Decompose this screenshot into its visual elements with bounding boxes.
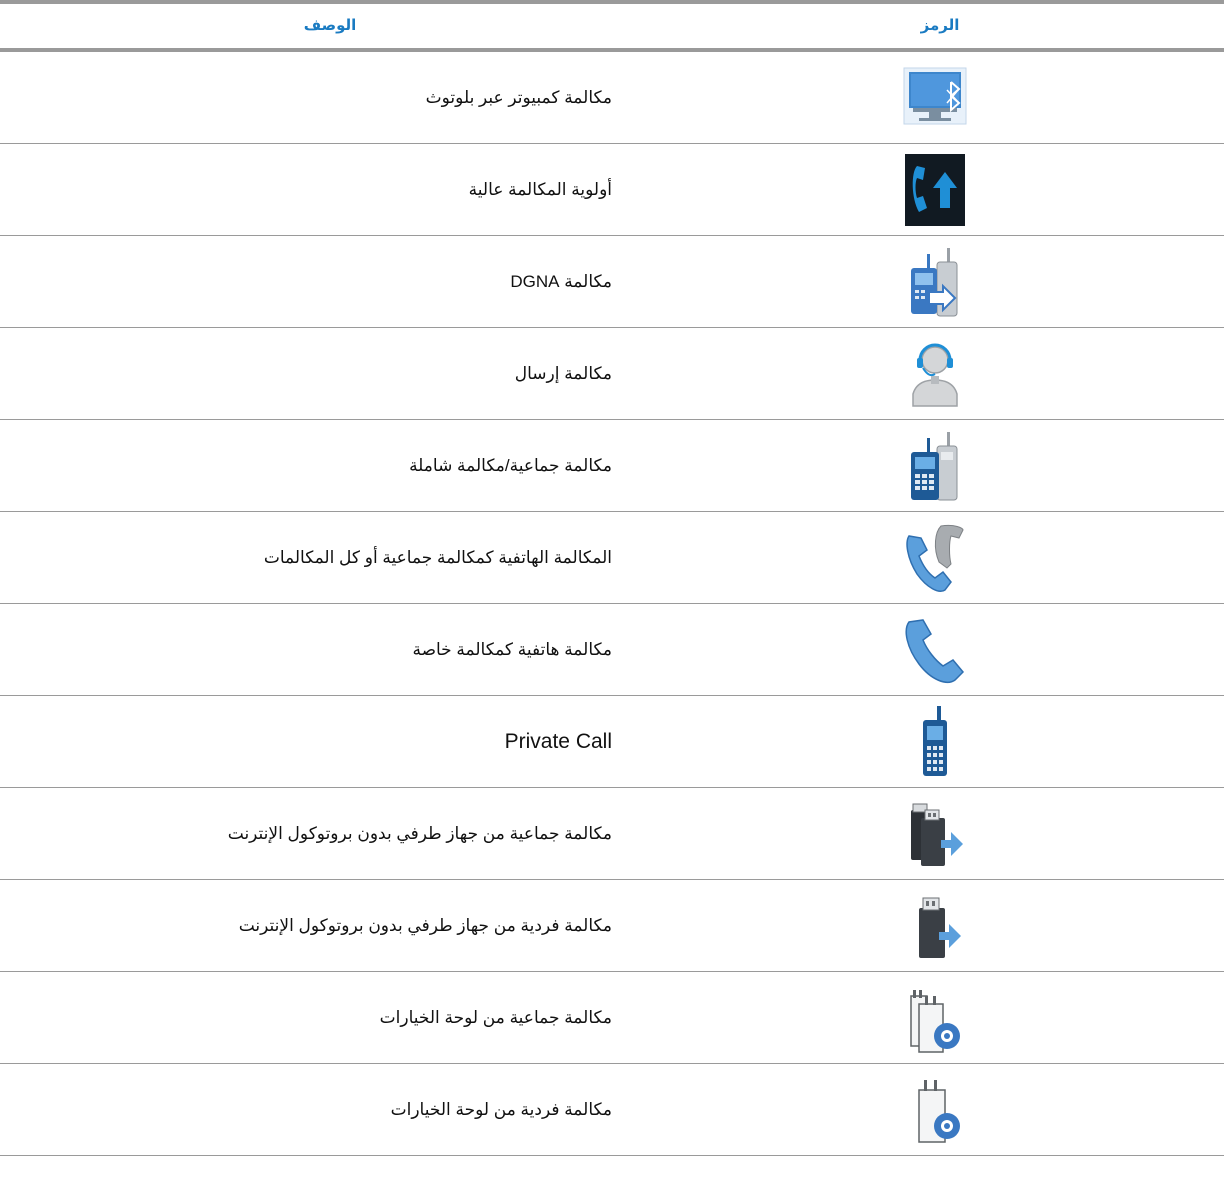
phone-group-call-icon (903, 522, 967, 594)
row-description: مكالمة جماعية من جهاز طرفي بدون بروتوكول… (227, 823, 612, 843)
computer-bluetooth-icon (903, 62, 967, 134)
row-description: مكالمة إرسال (514, 363, 612, 383)
row-description: مكالمة فردية من لوحة الخيارات (390, 1099, 612, 1119)
private-call-icon (903, 705, 967, 778)
table-row: المكالمة الهاتفية كمكالمة جماعية أو كل ا… (0, 512, 1224, 604)
header-icon: الرمز (920, 17, 960, 34)
row-description: مكالمة هاتفية كمكالمة خاصة (412, 639, 612, 659)
option-board-group-call-icon (903, 982, 967, 1054)
table-row: مكالمة جماعية من جهاز طرفي بدون بروتوكول… (0, 788, 1224, 880)
header-description: الوصف (303, 17, 357, 34)
table-row: مكالمة فردية من لوحة الخيارات (0, 1064, 1224, 1156)
row-description: Private Call (504, 729, 612, 753)
table-row: مكالمة DGNA (0, 236, 1224, 328)
row-description: مكالمة كمبيوتر عبر بلوتوث (425, 87, 612, 107)
row-description: مكالمة فردية من جهاز طرفي بدون بروتوكول … (238, 915, 612, 935)
group-call-icon (903, 430, 967, 502)
phone-private-call-icon (903, 614, 967, 686)
non-ip-group-call-icon (903, 798, 967, 870)
table-row: مكالمة هاتفية كمكالمة خاصة (0, 604, 1224, 696)
row-description: مكالمة جماعية من لوحة الخيارات (379, 1007, 612, 1027)
row-description: مكالمة DGNA (510, 271, 612, 291)
table-row: مكالمة كمبيوتر عبر بلوتوث (0, 52, 1224, 144)
dgna-call-icon (903, 246, 967, 318)
dispatch-call-icon (903, 338, 967, 410)
table-row: مكالمة جماعية من لوحة الخيارات (0, 972, 1224, 1064)
row-description: أولوية المكالمة عالية (468, 179, 612, 199)
call-icons-table: الوصف الرمز مكالمة كمبيوتر عبر بلوتوث أو… (0, 0, 1224, 1156)
table-row: مكالمة إرسال (0, 328, 1224, 420)
table-row: Private Call (0, 696, 1224, 788)
row-description: المكالمة الهاتفية كمكالمة جماعية أو كل ا… (263, 547, 612, 567)
table-row: أولوية المكالمة عالية (0, 144, 1224, 236)
table-row: مكالمة جماعية/مكالمة شاملة (0, 420, 1224, 512)
high-priority-call-icon (903, 153, 967, 226)
non-ip-private-call-icon (903, 890, 967, 962)
table-row: مكالمة فردية من جهاز طرفي بدون بروتوكول … (0, 880, 1224, 972)
table-header: الوصف الرمز (0, 4, 1224, 52)
option-board-private-call-icon (903, 1074, 967, 1146)
row-description: مكالمة جماعية/مكالمة شاملة (409, 455, 612, 475)
